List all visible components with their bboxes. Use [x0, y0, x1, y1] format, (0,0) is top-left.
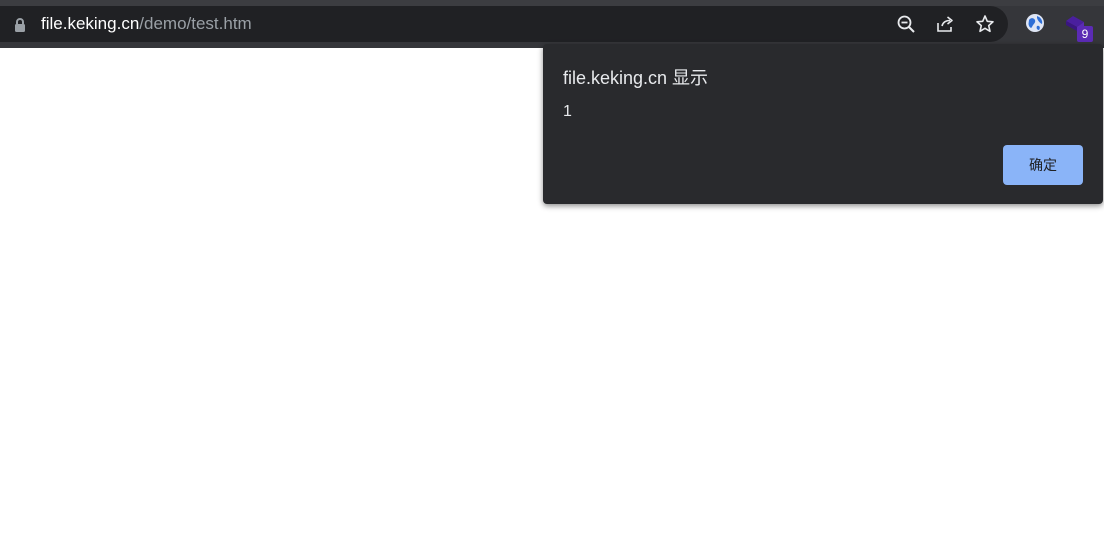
url-path: /demo/test.htm [139, 14, 252, 33]
star-icon[interactable] [975, 14, 995, 34]
dialog-message: 1 [563, 103, 572, 120]
dialog-title: file.keking.cn 显示 [563, 68, 709, 88]
lock-icon[interactable] [13, 17, 27, 33]
browser-toolbar: file.keking.cn/demo/test.htm 9 [0, 0, 1104, 48]
zoom-out-icon[interactable] [896, 14, 916, 34]
url-text[interactable]: file.keking.cn/demo/test.htm [41, 14, 252, 34]
globe-icon[interactable] [1024, 12, 1046, 34]
address-bar[interactable]: file.keking.cn/demo/test.htm [0, 6, 1008, 42]
ok-button[interactable]: 确定 [1003, 145, 1083, 185]
url-host: file.keking.cn [41, 14, 140, 33]
share-icon[interactable] [935, 14, 955, 34]
alert-dialog: file.keking.cn 显示 1 确定 [543, 44, 1103, 204]
extension-badge: 9 [1077, 26, 1093, 42]
